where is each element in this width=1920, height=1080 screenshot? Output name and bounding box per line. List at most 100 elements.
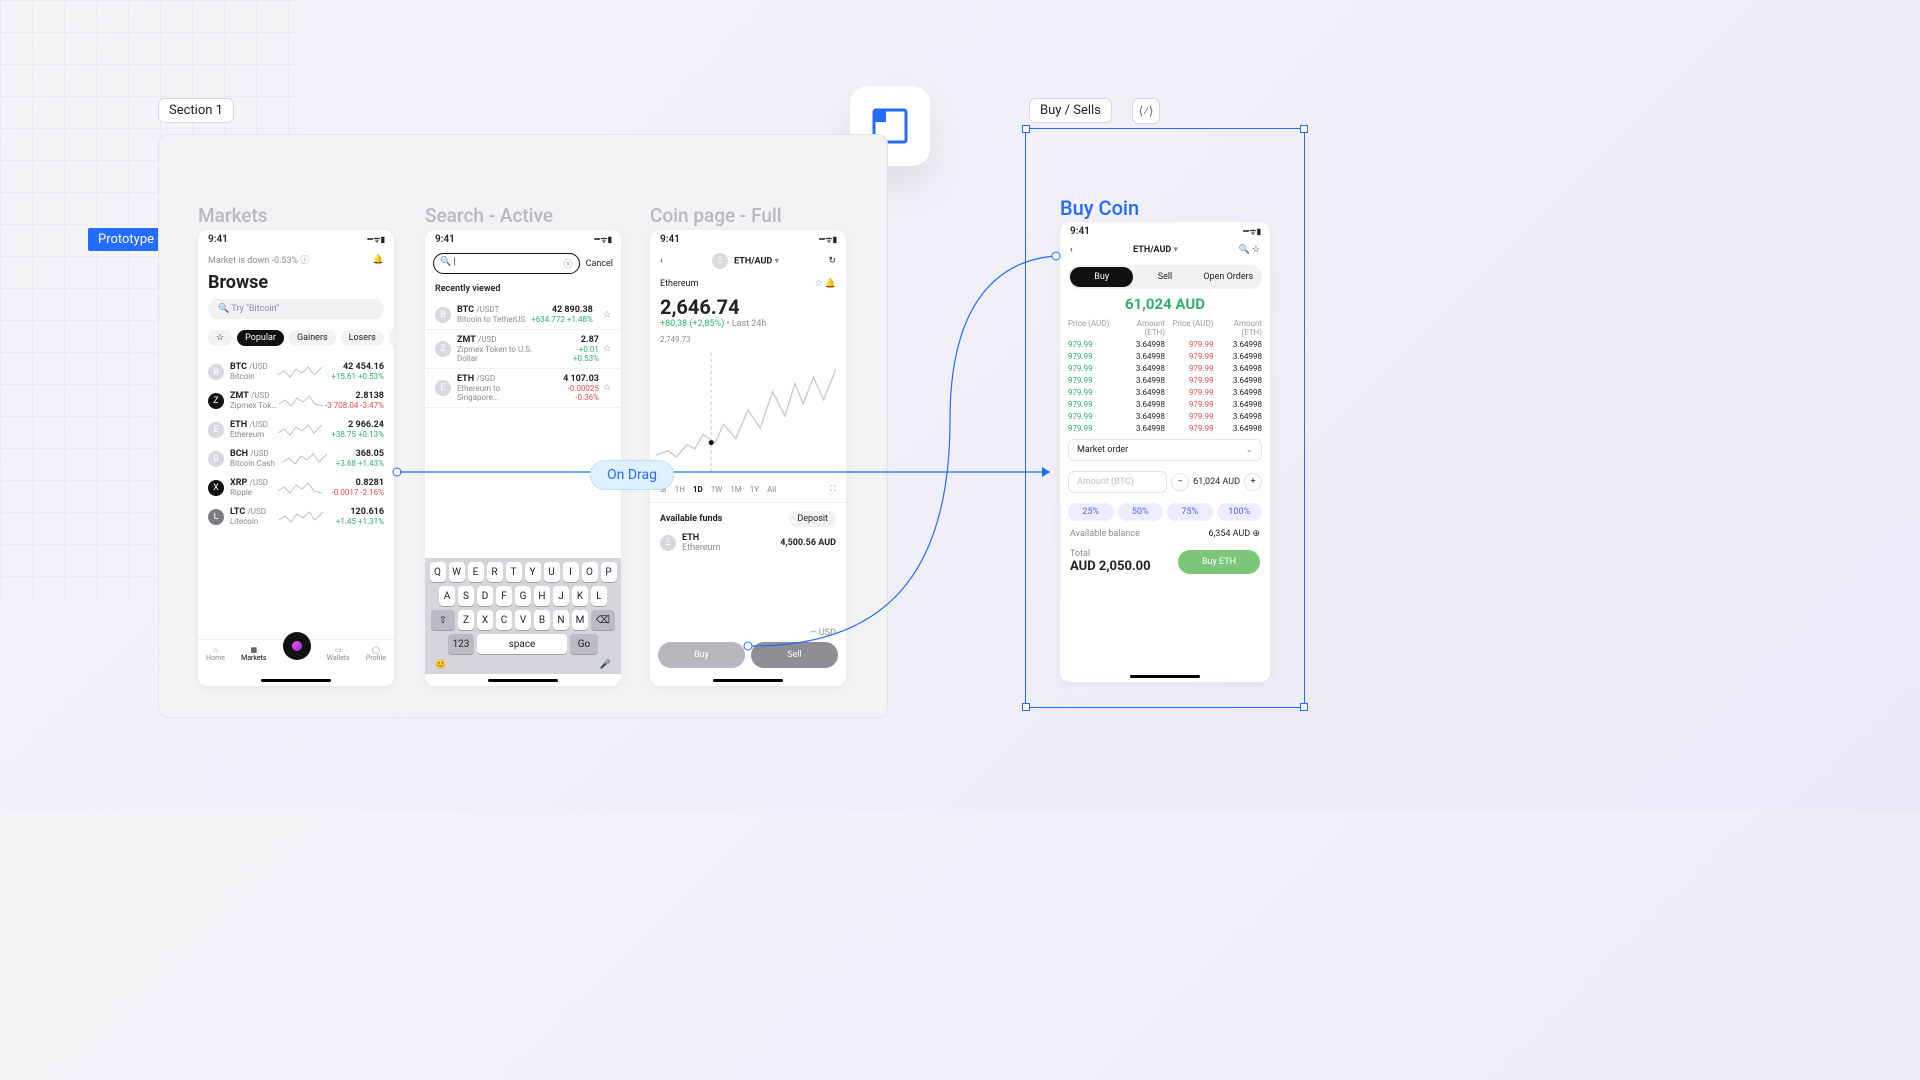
market-row[interactable]: L LTC /USDLitecoin 120.616+1.45 +1.31% — [198, 502, 394, 531]
chevron-down-icon[interactable]: ▾ — [1174, 245, 1179, 255]
search-row[interactable]: Z ZMT /USDZipmex Token to U.S. Dollar 2.… — [425, 330, 621, 369]
history-icon[interactable]: ↻ — [828, 256, 836, 266]
key-c[interactable]: C — [496, 610, 512, 630]
search-input[interactable]: 🔍 Try "Bitcoin" — [208, 299, 384, 319]
key-l[interactable]: L — [591, 586, 607, 606]
key-s[interactable]: S — [458, 586, 474, 606]
key-k[interactable]: K — [572, 586, 588, 606]
key-n[interactable]: N — [553, 610, 569, 630]
tab-sell[interactable]: Sell — [1133, 267, 1196, 287]
key-p[interactable]: P — [601, 562, 617, 582]
market-row[interactable]: X XRP /USDRipple 0.8281-0.0017 -2.16% — [198, 473, 394, 502]
cancel-link[interactable]: Cancel — [586, 259, 613, 269]
plus-icon[interactable]: + — [1244, 473, 1262, 491]
market-row[interactable]: B BCH /USDBitcoin Cash 368.05+3.68 +1.43… — [198, 444, 394, 473]
expand-icon[interactable]: ⛶ — [830, 484, 836, 494]
clear-icon[interactable]: ⓧ — [564, 257, 573, 270]
buy-button[interactable]: Buy — [658, 642, 745, 668]
key-z[interactable]: Z — [458, 610, 474, 630]
back-icon[interactable]: ‹ — [660, 256, 663, 266]
buy-sell-tabs[interactable]: Buy Sell Open Orders — [1068, 265, 1262, 289]
coin-price: 2,646.74 — [650, 295, 846, 319]
go-key[interactable]: Go — [570, 634, 598, 654]
key-v[interactable]: V — [515, 610, 531, 630]
chip-popular[interactable]: Popular — [237, 330, 284, 346]
bell-icon[interactable]: 🔔 — [373, 255, 384, 265]
market-row[interactable]: B BTC /USDBitcoin 42 454.16+15.61 +0.53% — [198, 357, 394, 386]
numbers-key[interactable]: 123 — [448, 634, 474, 654]
key-h[interactable]: H — [534, 586, 550, 606]
star-chip[interactable]: ☆ — [208, 330, 232, 346]
emoji-icon[interactable]: 😊 — [435, 660, 446, 670]
coinpage-screen: 9:41••• ᯤ ▮ ‹ ΞETH/AUD ▾ ↻ Ethereum ☆ 🔔 … — [650, 230, 846, 686]
tab-profile[interactable]: ◯Profile — [366, 646, 386, 674]
alert-icon[interactable]: 🔔 — [825, 279, 836, 289]
shift-key[interactable]: ⇧ — [431, 610, 455, 630]
buysells-label[interactable]: Buy / Sells — [1029, 98, 1112, 123]
back-icon[interactable]: ‹ — [1070, 245, 1073, 255]
space-key[interactable]: space — [477, 634, 567, 654]
key-b[interactable]: B — [534, 610, 550, 630]
plus-small-icon[interactable]: ⊕ — [1252, 529, 1260, 539]
order-type-select[interactable]: Market order⌄ — [1068, 439, 1262, 461]
trade-fab[interactable] — [283, 632, 311, 660]
minus-icon[interactable]: − — [1171, 473, 1189, 491]
key-j[interactable]: J — [553, 586, 569, 606]
section-label[interactable]: Section 1 — [158, 98, 234, 123]
key-o[interactable]: O — [582, 562, 598, 582]
key-a[interactable]: A — [439, 586, 455, 606]
amount-input[interactable]: Amount (BTC) — [1068, 471, 1167, 493]
keyboard[interactable]: QWERTYUIOP ASDFGHJKL ⇧ZXCVBNM⌫ 123 space… — [425, 558, 621, 674]
range-selector[interactable]: ⊞ 1H 1D 1W 1M 1Y All ⛶ — [650, 484, 846, 494]
chevron-down-icon[interactable]: ▾ — [775, 256, 780, 266]
key-x[interactable]: X — [477, 610, 493, 630]
star-icon[interactable]: ☆ — [603, 383, 611, 393]
mic-icon[interactable]: 🎤 — [600, 660, 611, 670]
sell-button[interactable]: Sell — [751, 642, 838, 668]
key-w[interactable]: W — [449, 562, 465, 582]
star-icon[interactable]: ☆ — [1252, 245, 1260, 255]
interaction-label[interactable]: On Drag — [590, 460, 674, 490]
market-row[interactable]: Z ZMT /USDZipmex Tok… 2.8138-3 708.04 -3… — [198, 386, 394, 415]
chip-24hvol[interactable]: 24h Vol — [389, 325, 394, 351]
chip-losers[interactable]: Losers — [341, 330, 384, 346]
percent-shortcuts[interactable]: 25% 50% 75% 100% — [1060, 497, 1270, 527]
resize-handle[interactable] — [1300, 703, 1308, 711]
star-icon[interactable]: ☆ — [603, 310, 611, 320]
resize-handle[interactable] — [1300, 125, 1308, 133]
key-d[interactable]: D — [477, 586, 493, 606]
search-field[interactable]: 🔍 |ⓧ — [433, 253, 580, 274]
key-i[interactable]: I — [563, 562, 579, 582]
search-row[interactable]: B BTC /USDTBitcoin to TetherUS 42 890.38… — [425, 300, 621, 330]
tab-home[interactable]: ⌂Home — [206, 646, 225, 674]
coin-name: Ethereum — [660, 279, 698, 289]
buy-eth-button[interactable]: Buy ETH — [1178, 550, 1260, 574]
code-icon[interactable]: ⟨⁄⟩ — [1132, 98, 1160, 124]
key-g[interactable]: G — [515, 586, 531, 606]
chip-gainers[interactable]: Gainers — [289, 330, 336, 346]
key-e[interactable]: E — [468, 562, 484, 582]
key-y[interactable]: Y — [525, 562, 541, 582]
markets-title: Markets — [198, 204, 268, 227]
market-row[interactable]: E ETH /USDEthereum 2 966.24+38.75 +0.13% — [198, 415, 394, 444]
resize-handle[interactable] — [1022, 703, 1030, 711]
key-r[interactable]: R — [487, 562, 503, 582]
price-chart[interactable] — [650, 344, 846, 484]
search-row[interactable]: E ETH /SGDEthereum to Singapore… 4 107.0… — [425, 369, 621, 408]
key-t[interactable]: T — [506, 562, 522, 582]
key-u[interactable]: U — [544, 562, 560, 582]
tab-buy[interactable]: Buy — [1070, 267, 1133, 287]
tab-wallets[interactable]: ▭Wallets — [327, 646, 350, 674]
star-icon[interactable]: ☆ — [814, 279, 822, 289]
key-m[interactable]: M — [572, 610, 588, 630]
key-f[interactable]: F — [496, 586, 512, 606]
star-icon[interactable]: ☆ — [603, 344, 611, 354]
tab-openorders[interactable]: Open Orders — [1197, 267, 1260, 287]
info-icon[interactable]: ⓘ — [300, 256, 309, 266]
backspace-key[interactable]: ⌫ — [591, 610, 615, 630]
deposit-button[interactable]: Deposit — [789, 511, 836, 527]
search-icon[interactable]: 🔍 — [1238, 245, 1249, 255]
key-q[interactable]: Q — [430, 562, 446, 582]
tab-markets[interactable]: ▦Markets — [241, 646, 266, 674]
resize-handle[interactable] — [1022, 125, 1030, 133]
